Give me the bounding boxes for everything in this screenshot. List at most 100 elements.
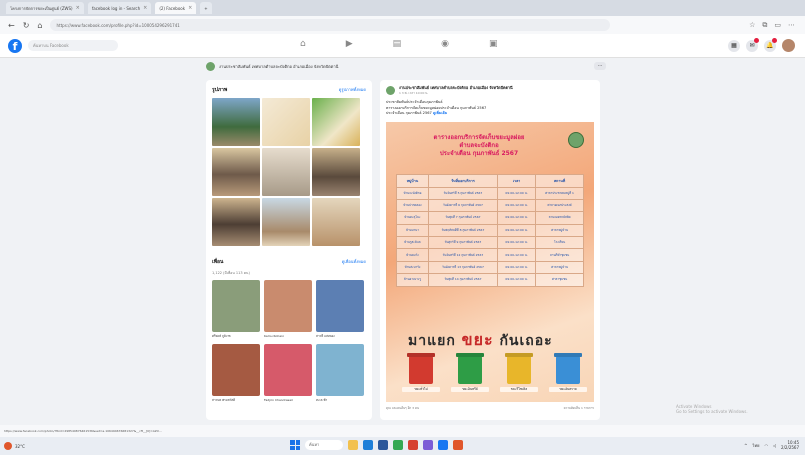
friend-card[interactable]: ศรีพงษ์ ภูมิเวช bbox=[212, 280, 260, 340]
weather-widget[interactable]: 32°C bbox=[4, 442, 25, 450]
star-icon[interactable]: ☆ bbox=[749, 21, 755, 30]
photo-thumbnail[interactable] bbox=[262, 98, 310, 146]
see-all-photos-link[interactable]: ดูรูปภาพทั้งหมด bbox=[339, 86, 366, 94]
friend-name[interactable]: ทะเล ฟ้า bbox=[316, 398, 364, 404]
table-row: บ้านปากคลอง วันอังคารที่ 6 กุมภาพันธ์ 256… bbox=[396, 198, 584, 213]
post-timestamp[interactable]: 1 ก.พ. เวลา 10:00 น. bbox=[399, 91, 513, 96]
post-image[interactable]: ตารางออกบริการจัดเก็บขยะมูลฝอย ตำบลจะบัง… bbox=[386, 121, 594, 402]
volume-icon[interactable]: ◁ bbox=[773, 443, 776, 448]
table-cell: บ้านปากคลอง bbox=[396, 198, 429, 213]
photo-thumbnail[interactable] bbox=[262, 198, 310, 246]
friend-photo[interactable] bbox=[264, 344, 312, 396]
friend-name[interactable]: สาวที่ แสงทอง bbox=[316, 334, 364, 340]
friend-card[interactable]: Fadjrin Chandrasari bbox=[264, 344, 312, 404]
video-nav-icon[interactable]: ▶ bbox=[346, 39, 353, 49]
tab-search[interactable]: facebook log in - Search × bbox=[87, 2, 152, 14]
back-arrow-icon[interactable]: ← bbox=[8, 21, 15, 30]
windows-start-icon[interactable] bbox=[290, 440, 300, 450]
more-options-button[interactable]: ··· bbox=[594, 62, 606, 70]
photo-thumbnail[interactable] bbox=[312, 198, 360, 246]
friend-card[interactable]: ทะเล ฟ้า bbox=[316, 344, 364, 404]
powerpoint-icon[interactable] bbox=[408, 440, 418, 450]
friend-name[interactable]: ศรีพงษ์ ภูมิเวช bbox=[212, 334, 260, 340]
home-nav-icon[interactable]: ⌂ bbox=[300, 39, 306, 49]
teams-icon[interactable] bbox=[423, 440, 433, 450]
photo-thumbnail[interactable] bbox=[212, 198, 260, 246]
post-author-avatar[interactable] bbox=[386, 86, 395, 95]
photo-thumbnail[interactable] bbox=[312, 148, 360, 196]
collections-icon[interactable]: ▭ bbox=[774, 21, 781, 30]
bin-label: ขยะอินทรีย์ bbox=[451, 386, 489, 392]
url-field[interactable]: https://www.facebook.com/profile.php?id=… bbox=[50, 19, 611, 31]
friend-name[interactable]: Kamu Rohani bbox=[264, 334, 312, 340]
store-icon[interactable] bbox=[453, 440, 463, 450]
chevron-up-icon[interactable]: ^ bbox=[744, 443, 747, 448]
home-icon[interactable]: ⌂ bbox=[37, 21, 42, 30]
table-row: บ้านสะบารัง วันอังคารที่ 13 กุมภาพันธ์ 25… bbox=[396, 260, 584, 275]
table-cell: 09:00-12:00 น. bbox=[496, 235, 537, 250]
facebook-app-icon[interactable] bbox=[438, 440, 448, 450]
photo-thumbnail[interactable] bbox=[312, 98, 360, 146]
photo-thumbnail[interactable] bbox=[212, 148, 260, 196]
chrome-icon[interactable] bbox=[393, 440, 403, 450]
table-row: บ้านบานา วันพฤหัสบดีที่ 8 กุมภาพันธ์ 2567… bbox=[396, 223, 584, 238]
page-avatar[interactable] bbox=[206, 61, 215, 71]
photo-thumbnail[interactable] bbox=[212, 98, 260, 146]
friends-section-header: เพื่อน ดูเพื่อนทั้งหมด bbox=[212, 258, 366, 266]
trash-bin-icon bbox=[556, 355, 580, 384]
table-cell: วันพุธที่ 7 กุมภาพันธ์ 2567 bbox=[427, 211, 498, 225]
wifi-icon[interactable]: ◠ bbox=[764, 443, 768, 448]
table-row: บ้านจะบังติกอ วันจันทร์ที่ 5 กุมภาพันธ์ 2… bbox=[396, 186, 584, 200]
friends-count: 1,122 (มีเพื่อน 113 คน) bbox=[212, 271, 250, 275]
see-all-friends-link[interactable]: ดูเพื่อนทั้งหมด bbox=[342, 258, 366, 266]
friend-card[interactable]: สาวที่ แสงทอง bbox=[316, 280, 364, 340]
apps-grid-icon[interactable]: ▦ bbox=[728, 39, 740, 52]
groups-nav-icon[interactable]: ◉ bbox=[441, 39, 449, 49]
clock[interactable]: 10:45 2/2/2567 bbox=[781, 440, 799, 450]
table-row: บ้านอาเนาะรู วันพุธที่ 14 กุมภาพันธ์ 2567… bbox=[396, 273, 584, 287]
friend-card[interactable]: สาวนท พรมสวัสดิ์ bbox=[212, 344, 260, 404]
edge-icon[interactable] bbox=[363, 440, 373, 450]
marketplace-nav-icon[interactable]: ▤ bbox=[393, 39, 402, 49]
file-explorer-icon[interactable] bbox=[348, 440, 358, 450]
new-tab-button[interactable]: + bbox=[200, 2, 212, 14]
browser-toolbar: ☆ ⧉ ▭ ⋯ bbox=[749, 21, 805, 30]
photo-thumbnail[interactable] bbox=[262, 148, 310, 196]
word-icon[interactable] bbox=[378, 440, 388, 450]
friend-photo[interactable] bbox=[212, 344, 260, 396]
close-icon[interactable]: × bbox=[188, 5, 192, 11]
friend-photo[interactable] bbox=[316, 280, 364, 332]
table-cell: 09:00-12:00 น. bbox=[496, 198, 537, 213]
friend-name[interactable]: Fadjrin Chandrasari bbox=[264, 398, 312, 404]
tab-zws[interactable]: โครงการจัดการขยะเป็นศูนย์ (ZWS) × bbox=[6, 2, 84, 14]
friend-photo[interactable] bbox=[264, 280, 312, 332]
table-cell: วันศุกร์ที่ 9 กุมภาพันธ์ 2567 bbox=[427, 235, 498, 250]
friend-photo[interactable] bbox=[212, 280, 260, 332]
language-indicator[interactable]: ไทย bbox=[752, 442, 759, 449]
taskbar-search-input[interactable]: ค้นหา bbox=[305, 440, 343, 450]
see-more-link[interactable]: ดูเพิ่มเติม bbox=[433, 111, 447, 115]
page-name[interactable]: งานประชาสัมพันธ์ เทศบาลตำบลจะบังติกอ อำเ… bbox=[219, 63, 338, 70]
close-icon[interactable]: × bbox=[76, 5, 80, 11]
friend-name[interactable]: สาวนท พรมสวัสดิ์ bbox=[212, 398, 260, 404]
friend-photo[interactable] bbox=[316, 344, 364, 396]
avatar[interactable] bbox=[782, 39, 795, 52]
reload-icon[interactable]: ↻ bbox=[23, 21, 30, 30]
reactions-count[interactable]: คุณ และคนอื่นๆ อีก 3 คน bbox=[386, 406, 419, 411]
tab-facebook[interactable]: (2) Facebook × bbox=[155, 2, 197, 14]
menu-dots-icon[interactable]: ⋯ bbox=[788, 21, 795, 30]
friend-card[interactable]: Kamu Rohani bbox=[264, 280, 312, 340]
browser-status-bar: https://www.facebook.com/photo/?fbid=298… bbox=[0, 425, 805, 437]
close-icon[interactable]: × bbox=[143, 5, 147, 11]
comments-count[interactable]: ความคิดเห็น 1 รายการ bbox=[564, 406, 594, 411]
table-cell: ศาลาหมู่บ้าน bbox=[535, 260, 584, 275]
extensions-icon[interactable]: ⧉ bbox=[762, 21, 767, 30]
table-cell: 09:00-12:00 น. bbox=[496, 273, 537, 287]
gaming-nav-icon[interactable]: ▣ bbox=[489, 39, 498, 49]
slogan-part: มาแยก bbox=[408, 332, 456, 349]
facebook-search-input[interactable]: ค้นหาบน Facebook bbox=[28, 40, 118, 51]
messenger-icon[interactable]: ✉ bbox=[746, 37, 759, 52]
notifications-icon[interactable]: 🔔 bbox=[764, 37, 777, 52]
facebook-nav: ⌂ ▶ ▤ ◉ ▣ bbox=[300, 39, 498, 49]
facebook-logo-icon[interactable]: f bbox=[8, 38, 22, 53]
